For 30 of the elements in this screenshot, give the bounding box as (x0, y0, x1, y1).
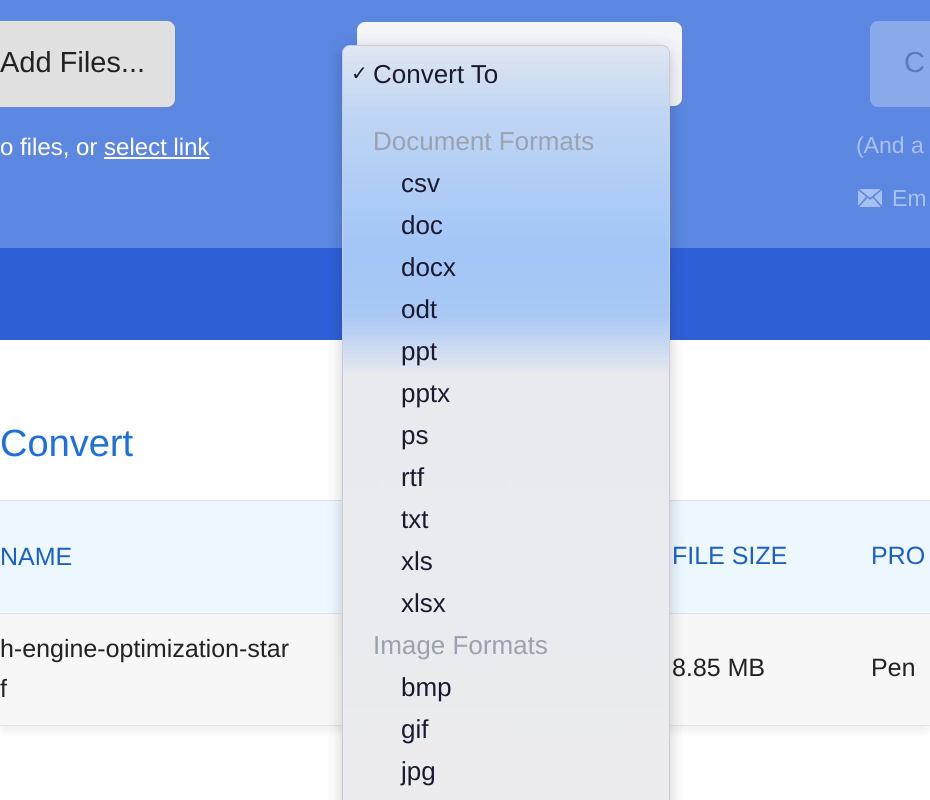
menu-option[interactable]: ✓ Convert To (343, 52, 669, 96)
file-name-cell-text: h-engine-optimization-star f (0, 634, 290, 706)
menu-option[interactable]: txt (343, 498, 669, 540)
add-files-button[interactable]: Add Files... (0, 21, 175, 107)
option-group-label: Image Formats (372, 628, 549, 662)
drop-hint-text: o files, or (0, 134, 98, 161)
menu-option[interactable]: bmp (343, 666, 669, 708)
status-cell-text: Pen (871, 653, 916, 684)
menu-option[interactable]: jpg (343, 750, 669, 792)
menu-option[interactable]: csv (343, 162, 669, 204)
menu-option[interactable]: gif (343, 708, 669, 750)
section-title: Convert (0, 422, 134, 467)
column-header: NAME (0, 542, 72, 573)
option-group-label: Document Formats (372, 124, 596, 158)
envelope-icon (858, 189, 882, 208)
menu-option[interactable]: pptx (343, 372, 669, 414)
menu-option[interactable]: doc (343, 204, 669, 246)
column-header: FILE SIZE (672, 542, 788, 570)
menu-option[interactable]: docx (343, 246, 669, 288)
menu-option[interactable]: xls (343, 540, 669, 582)
menu-option[interactable]: xlsx (343, 582, 669, 624)
column-header: PRO (871, 542, 926, 570)
note-text: (And a (856, 131, 924, 160)
checkmark-icon: ✓ (351, 59, 373, 89)
menu-option[interactable]: rtf (343, 456, 669, 498)
menu-option[interactable]: ps (343, 414, 669, 456)
menu-option[interactable]: ppt (343, 330, 669, 372)
file-size-cell-text: 8.85 MB (672, 653, 766, 684)
menu-option[interactable]: odt (343, 288, 669, 330)
select-link[interactable]: select link (104, 134, 210, 161)
